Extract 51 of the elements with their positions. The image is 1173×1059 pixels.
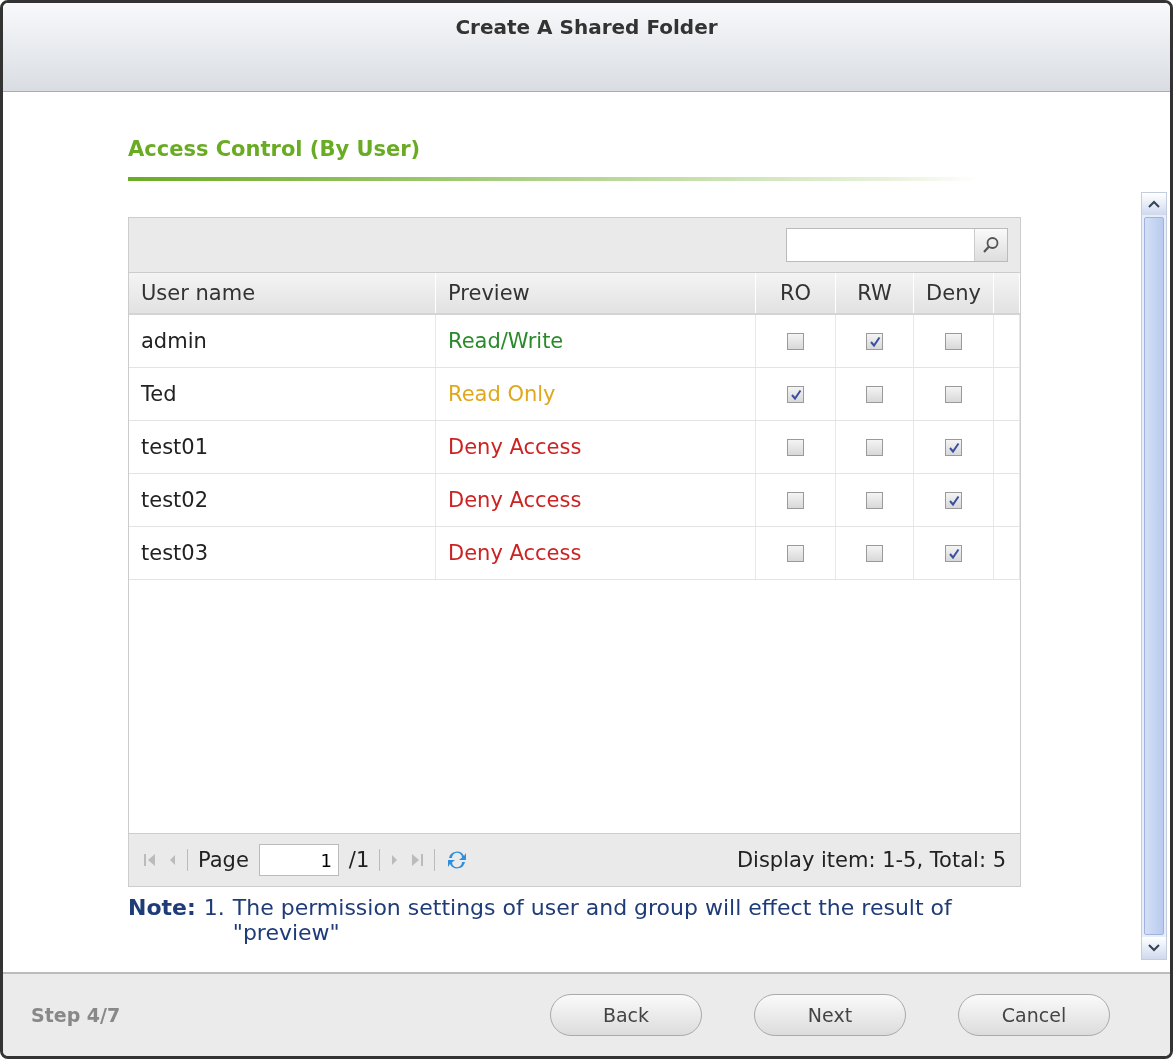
checkbox[interactable] bbox=[866, 491, 883, 509]
first-page-icon[interactable] bbox=[143, 852, 157, 868]
wizard-button[interactable]: Next bbox=[754, 994, 906, 1036]
column-header: Preview bbox=[436, 273, 756, 313]
last-page-icon[interactable] bbox=[410, 852, 425, 868]
search-field[interactable] bbox=[786, 228, 1008, 262]
scrollbar[interactable] bbox=[1141, 192, 1167, 960]
user-name-cell: Ted bbox=[129, 368, 436, 420]
display-count: Display item: 1-5, Total: 5 bbox=[736, 848, 1006, 872]
preview-cell: Read Only bbox=[436, 368, 756, 420]
checkbox[interactable] bbox=[866, 385, 883, 403]
user-name-cell: test03 bbox=[129, 527, 436, 579]
user-name-cell: test02 bbox=[129, 474, 436, 526]
checkbox[interactable] bbox=[866, 332, 883, 350]
note-text: The permission settings of user and group will effect the result of "preview" bbox=[232, 895, 954, 945]
search-icon[interactable] bbox=[982, 236, 1000, 254]
checkbox[interactable] bbox=[787, 385, 804, 403]
checkbox[interactable] bbox=[945, 491, 962, 509]
column-header: RO bbox=[756, 273, 836, 313]
checkbox[interactable] bbox=[945, 385, 962, 403]
window-title: Create A Shared Folder bbox=[455, 15, 718, 41]
user-name-cell: admin bbox=[129, 315, 436, 367]
page-label: Page bbox=[198, 848, 249, 872]
checkbox[interactable] bbox=[945, 332, 962, 350]
note-label: Note: bbox=[128, 895, 196, 922]
section-title: Access Control (By User) bbox=[128, 137, 422, 163]
scroll-thumb[interactable] bbox=[1144, 217, 1164, 935]
checkbox[interactable] bbox=[866, 438, 883, 456]
column-header: Deny bbox=[914, 273, 994, 313]
checkbox[interactable] bbox=[787, 438, 804, 456]
checkbox[interactable] bbox=[787, 544, 804, 562]
checkbox[interactable] bbox=[787, 332, 804, 350]
preview-cell: Deny Access bbox=[436, 527, 756, 579]
step-indicator: Step 4/7 bbox=[31, 1004, 121, 1026]
checkbox[interactable] bbox=[945, 438, 962, 456]
page-field[interactable]: 1 bbox=[258, 844, 339, 876]
checkbox[interactable] bbox=[945, 544, 962, 562]
scroll-down-icon[interactable] bbox=[1148, 944, 1160, 952]
column-header: RW bbox=[836, 273, 914, 313]
note-number: 1. bbox=[203, 895, 225, 922]
user-name-cell: test01 bbox=[129, 421, 436, 473]
wizard-button[interactable]: Back bbox=[550, 994, 702, 1036]
checkbox[interactable] bbox=[866, 544, 883, 562]
checkbox[interactable] bbox=[787, 491, 804, 509]
wizard-button[interactable]: Cancel bbox=[958, 994, 1110, 1036]
scroll-up-icon[interactable] bbox=[1148, 200, 1160, 208]
column-header: User name bbox=[129, 273, 436, 313]
preview-cell: Deny Access bbox=[436, 474, 756, 526]
preview-cell: Read/Write bbox=[436, 315, 756, 367]
preview-cell: Deny Access bbox=[436, 421, 756, 473]
page-total: /1 bbox=[348, 848, 370, 872]
